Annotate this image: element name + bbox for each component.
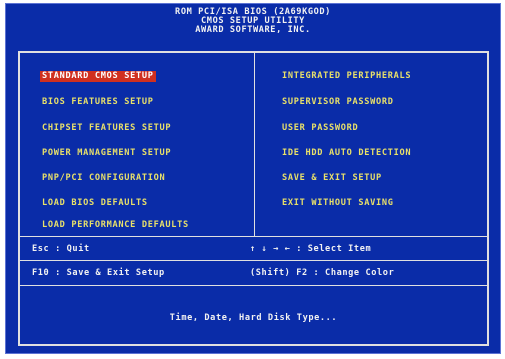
menu-item-save-exit-setup[interactable]: SAVE & EXIT SETUP	[280, 173, 384, 184]
status-divider	[20, 285, 487, 286]
menu-item-integrated-peripherals[interactable]: INTEGRATED PERIPHERALS	[280, 71, 413, 82]
help-top-divider	[20, 236, 487, 237]
bios-header: ROM PCI/ISA BIOS (2A69KGOD) CMOS SETUP U…	[6, 4, 500, 50]
menu-item-load-performance-defaults[interactable]: LOAD PERFORMANCE DEFAULTS	[40, 220, 191, 231]
help-middle-divider	[20, 260, 487, 261]
menu-item-supervisor-password[interactable]: SUPERVISOR PASSWORD	[280, 97, 396, 108]
menu-item-load-bios-defaults[interactable]: LOAD BIOS DEFAULTS	[40, 198, 150, 209]
help-change-color: (Shift) F2 : Change Color	[250, 268, 395, 278]
status-description: Time, Date, Hard Disk Type...	[169, 313, 338, 323]
main-frame: STANDARD CMOS SETUP BIOS FEATURES SETUP …	[18, 51, 489, 346]
help-esc-quit: Esc : Quit	[32, 244, 90, 254]
menu-item-standard-cmos-setup[interactable]: STANDARD CMOS SETUP	[40, 71, 156, 82]
menu-item-power-management-setup[interactable]: POWER MANAGEMENT SETUP	[40, 148, 173, 159]
help-select-item: ↑ ↓ → ← : Select Item	[250, 244, 372, 254]
menu-area: STANDARD CMOS SETUP BIOS FEATURES SETUP …	[20, 53, 487, 236]
menu-item-bios-features-setup[interactable]: BIOS FEATURES SETUP	[40, 97, 156, 108]
menu-item-exit-without-saving[interactable]: EXIT WITHOUT SAVING	[280, 198, 396, 209]
menu-item-user-password[interactable]: USER PASSWORD	[280, 123, 360, 134]
menu-item-ide-hdd-auto-detection[interactable]: IDE HDD AUTO DETECTION	[280, 148, 413, 159]
menu-item-chipset-features-setup[interactable]: CHIPSET FEATURES SETUP	[40, 123, 173, 134]
menu-item-pnp-pci-configuration[interactable]: PNP/PCI CONFIGURATION	[40, 173, 167, 184]
menu-column-divider	[254, 53, 255, 236]
vendor-name: AWARD SOFTWARE, INC.	[195, 25, 311, 35]
help-f10-save-exit: F10 : Save & Exit Setup	[32, 268, 165, 278]
bios-screen: ROM PCI/ISA BIOS (2A69KGOD) CMOS SETUP U…	[5, 3, 501, 354]
